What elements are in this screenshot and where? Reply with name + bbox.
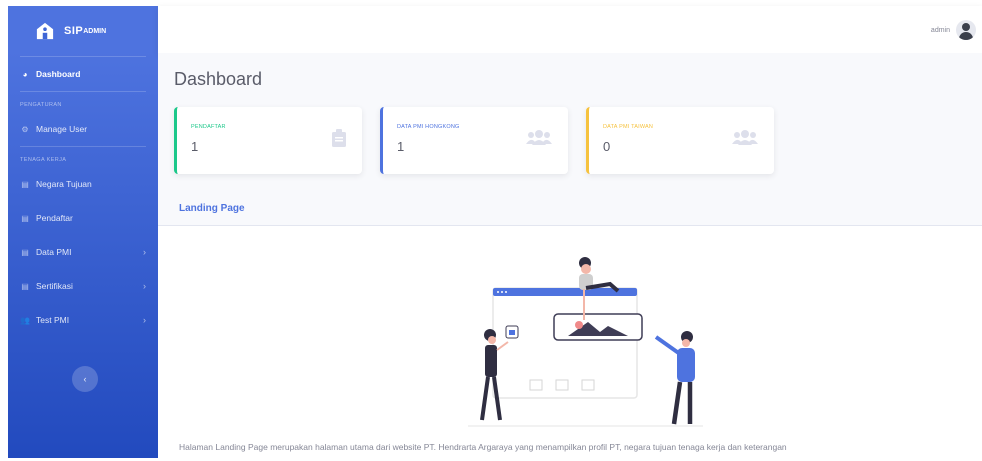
landing-page-card: Landing Page Halaman Landing Page merupa… [158, 192, 982, 458]
gear-icon: ⚙ [21, 124, 29, 134]
sidebar-item-data-pmi[interactable]: ▤ Data PMI › [8, 235, 158, 269]
sidebar-item-label: Sertifikasi [36, 281, 73, 291]
sidebar-item-label: Manage User [36, 124, 88, 134]
user-name: admin [930, 26, 950, 34]
sidebar-item-dashboard[interactable]: ◕ Dashboard [8, 57, 158, 91]
card-value: 1 [397, 139, 405, 154]
card-label: DATA PMI TAIWAN [603, 124, 654, 130]
sidebar-item-label: Test PMI [36, 315, 70, 325]
sidebar-item-label: Dashboard [36, 69, 81, 79]
brand-name: SIP [64, 25, 84, 37]
clipboard-icon [332, 129, 346, 152]
landing-description: Halaman Landing Page merupakan halaman u… [179, 442, 787, 452]
sidebar-item-label: Pendaftar [36, 213, 73, 223]
sidebar-item-negara-tujuan[interactable]: ▤ Negara Tujuan [8, 167, 158, 201]
sidebar-item-label: Negara Tujuan [36, 179, 92, 189]
card-data-pmi-taiwan: DATA PMI TAIWAN 0 [586, 107, 774, 174]
sidebar: SIP ADMIN ◕ Dashboard PENGATURAN ⚙ Manage… [8, 6, 158, 458]
topbar: admin [158, 6, 982, 53]
sidebar-toggle-button[interactable]: ‹ [72, 366, 98, 392]
sidebar-item-sertifikasi[interactable]: ▤ Sertifikasi › [8, 269, 158, 303]
sidebar-brand[interactable]: SIP ADMIN [8, 6, 158, 56]
school-icon [36, 22, 54, 40]
sidebar-heading-pengaturan: PENGATURAN [20, 102, 62, 108]
main-content: Dashboard PENDAFTAR 1 DATA PMI HONGKONG … [158, 53, 982, 458]
users-icon [526, 129, 552, 150]
table-icon: ▤ [21, 213, 29, 223]
chevron-right-icon: › [143, 281, 146, 291]
sidebar-item-manage-user[interactable]: ⚙ Manage User [8, 112, 158, 146]
landing-illustration [468, 257, 703, 427]
card-value: 0 [603, 139, 611, 154]
brand-sub: ADMIN [83, 27, 107, 35]
table-icon: ▤ [21, 179, 29, 189]
card-pendaftar: PENDAFTAR 1 [174, 107, 362, 174]
users-icon: 👥 [20, 315, 30, 325]
card-label: DATA PMI HONGKONG [397, 124, 460, 130]
card-label: PENDAFTAR [191, 124, 226, 130]
dashboard-icon: ◕ [22, 69, 28, 79]
user-dropdown[interactable]: admin [931, 20, 976, 40]
sidebar-heading-tenaga-kerja: TENAGA KERJA [20, 157, 67, 163]
table-icon: ▤ [21, 247, 29, 257]
page-title: Dashboard [174, 69, 263, 89]
avatar[interactable] [956, 20, 976, 40]
sidebar-item-test-pmi[interactable]: 👥 Test PMI › [8, 303, 158, 337]
chevron-right-icon: › [143, 247, 146, 257]
sidebar-item-pendaftar[interactable]: ▤ Pendaftar [8, 201, 158, 235]
table-icon: ▤ [21, 281, 29, 291]
card-data-pmi-hongkong: DATA PMI HONGKONG 1 [380, 107, 568, 174]
users-icon [732, 129, 758, 150]
chevron-left-icon: ‹ [83, 374, 87, 384]
landing-page-header: Landing Page [158, 192, 982, 226]
chevron-right-icon: › [143, 315, 146, 325]
card-value: 1 [191, 139, 199, 154]
sidebar-item-label: Data PMI [36, 247, 72, 257]
